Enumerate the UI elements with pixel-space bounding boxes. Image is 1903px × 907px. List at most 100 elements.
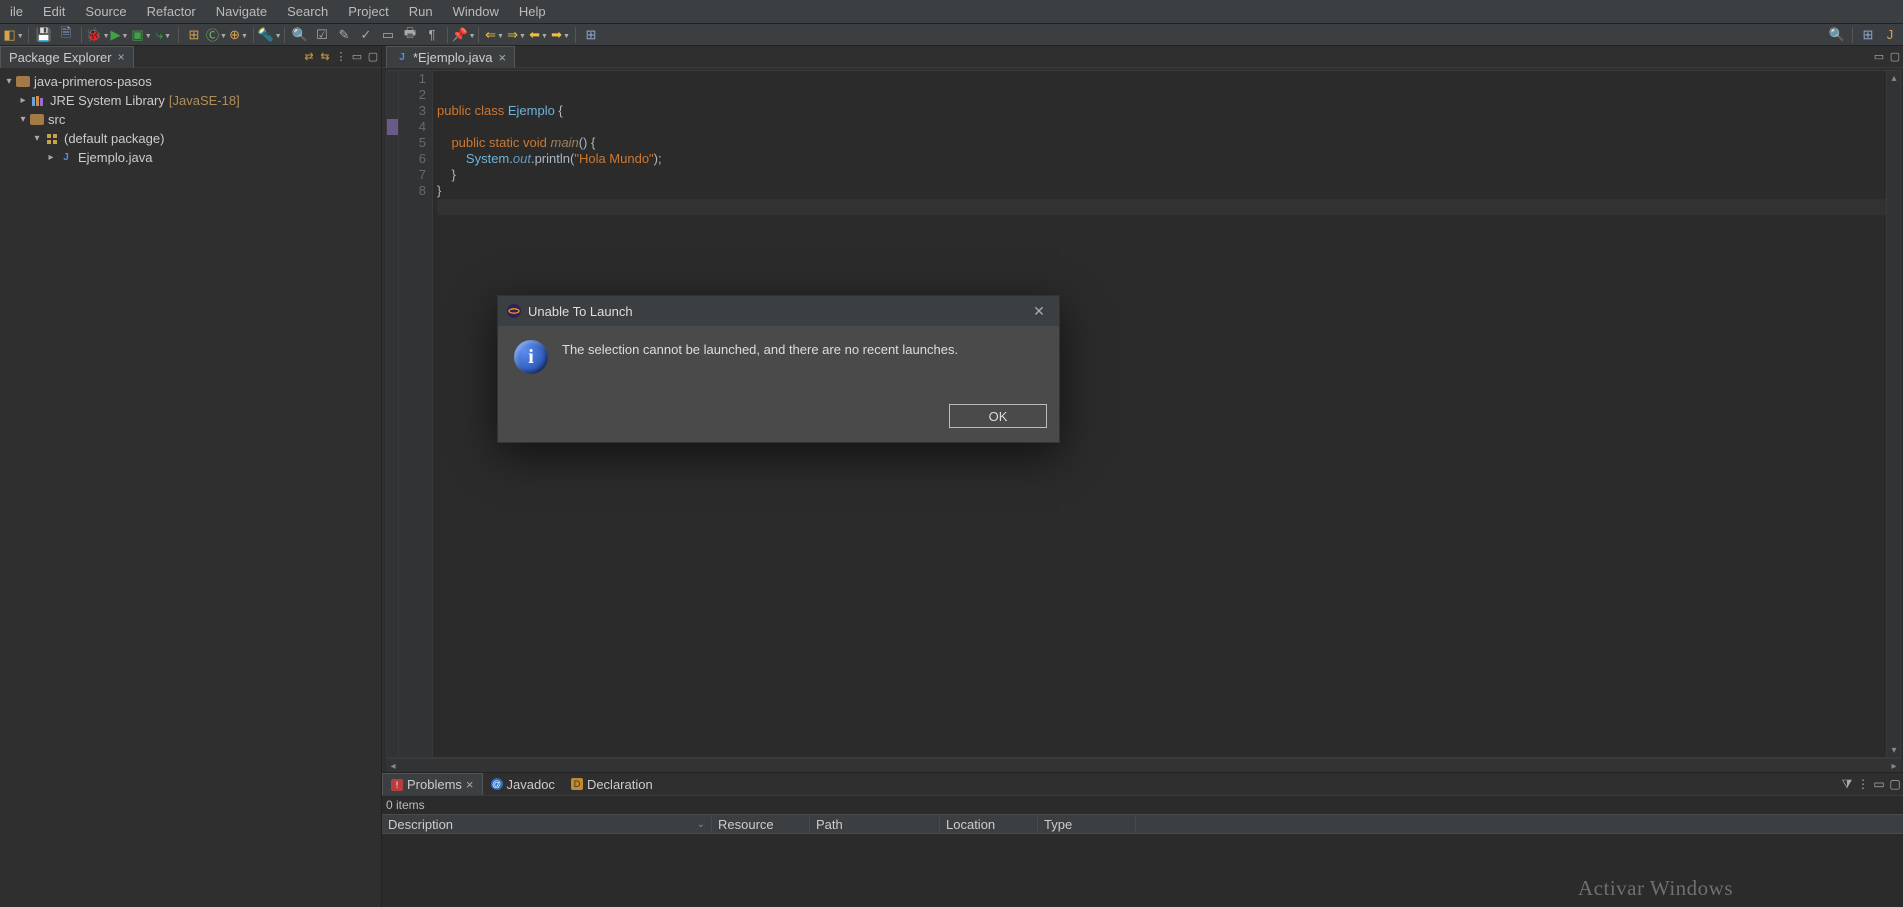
new-type-icon[interactable]: ⊕▼ (229, 26, 247, 44)
show-whitespace-icon[interactable]: ¶ (423, 26, 441, 44)
minimize-icon[interactable]: ▭ (1871, 50, 1887, 63)
editor-tab-label: *Ejemplo.java (413, 50, 493, 65)
editor-tab[interactable]: J *Ejemplo.java × (386, 46, 515, 68)
eclipse-icon (506, 303, 522, 319)
close-icon[interactable]: × (118, 50, 125, 64)
package-explorer-tab[interactable]: Package Explorer × (0, 46, 134, 68)
view-menu-icon[interactable]: ⋮ (1855, 777, 1871, 791)
new-package-icon[interactable]: ⊞ (185, 26, 203, 44)
line-number: 3 (399, 103, 426, 119)
menu-navigate[interactable]: Navigate (206, 0, 277, 23)
minimize-icon[interactable]: ▭ (1871, 777, 1887, 791)
chevron-down-icon[interactable]: ▾ (30, 133, 44, 144)
quick-access-icon[interactable]: 🔍 (1828, 26, 1846, 44)
package-explorer-label: Package Explorer (9, 50, 112, 65)
perspective-icon[interactable]: ⊞ (582, 26, 600, 44)
tab-javadoc[interactable]: @ Javadoc (483, 773, 563, 795)
chevron-right-icon[interactable]: ▸ (44, 152, 58, 163)
new-class-icon[interactable]: Ⓒ▼ (207, 26, 225, 44)
scroll-right-icon[interactable]: ▸ (1887, 760, 1901, 772)
new-icon[interactable]: ◧▼ (4, 26, 22, 44)
overview-ruler[interactable]: ▴ ▾ (1886, 71, 1900, 757)
project-tree[interactable]: ▾ java-primeros-pasos ▸ JRE System Libra… (0, 68, 381, 171)
line-number-gutter: 1 2 3 4 5 6 7 8 (399, 71, 433, 757)
launch-error-dialog: Unable To Launch ✕ i The selection canno… (497, 295, 1060, 443)
menu-refactor[interactable]: Refactor (137, 0, 206, 23)
line-number: 5 (399, 135, 426, 151)
tab-problems-label: Problems (407, 777, 462, 792)
link-editor-icon[interactable]: ⇄ (301, 50, 317, 63)
forward-icon[interactable]: ➡▼ (551, 26, 569, 44)
col-resource[interactable]: Resource (712, 815, 810, 833)
save-all-icon[interactable]: 🗎 (57, 26, 75, 44)
toggle-mark-icon[interactable]: ✓ (357, 26, 375, 44)
maximize-icon[interactable]: ▢ (1887, 50, 1903, 63)
menu-file[interactable]: ile (0, 0, 33, 23)
view-menu-icon[interactable]: ⋮ (333, 50, 349, 63)
prev-annotation-icon[interactable]: ⇒▼ (507, 26, 525, 44)
menu-window[interactable]: Window (443, 0, 509, 23)
save-icon[interactable]: 💾 (35, 26, 53, 44)
horizontal-scrollbar[interactable]: ◂ ▸ (386, 758, 1901, 772)
tree-file[interactable]: ▸ J Ejemplo.java (2, 148, 379, 167)
menu-edit[interactable]: Edit (33, 0, 75, 23)
scroll-left-icon[interactable]: ◂ (386, 760, 400, 772)
chevron-down-icon[interactable]: ▾ (2, 76, 16, 87)
menu-help[interactable]: Help (509, 0, 556, 23)
col-type[interactable]: Type (1038, 815, 1136, 833)
windows-watermark: Activar Windows (1578, 876, 1733, 901)
chevron-down-icon[interactable]: ▾ (16, 114, 30, 125)
print-icon[interactable]: 🖶 (401, 26, 419, 44)
close-icon[interactable]: ✕ (1027, 299, 1051, 323)
library-icon (30, 93, 46, 109)
toggle-block-icon[interactable]: ▭ (379, 26, 397, 44)
maximize-icon[interactable]: ▢ (365, 50, 381, 63)
menu-search[interactable]: Search (277, 0, 338, 23)
col-path[interactable]: Path (810, 815, 940, 833)
open-perspective-icon[interactable]: ⊞ (1859, 26, 1877, 44)
dialog-titlebar[interactable]: Unable To Launch ✕ (498, 296, 1059, 326)
back-icon[interactable]: ⬅▼ (529, 26, 547, 44)
coverage-icon[interactable]: ▣▼ (132, 26, 150, 44)
col-location[interactable]: Location (940, 815, 1038, 833)
annotation-ruler (387, 71, 399, 757)
annotate-icon[interactable]: ✎ (335, 26, 353, 44)
menu-run[interactable]: Run (399, 0, 443, 23)
col-description[interactable]: Description⌄ (382, 815, 712, 833)
java-file-icon: J (395, 50, 409, 64)
search-icon[interactable]: 🔍 (291, 26, 309, 44)
tab-problems[interactable]: ! Problems × (382, 773, 483, 795)
editor-area: J *Ejemplo.java × ▭ ▢ 1 2 3 4 5 6 7 8 (382, 46, 1903, 907)
pin-icon[interactable]: 📌▼ (454, 26, 472, 44)
collapse-all-icon[interactable]: ⇆ (317, 50, 333, 63)
menu-source[interactable]: Source (75, 0, 136, 23)
tree-jre[interactable]: ▸ JRE System Library [JavaSE-18] (2, 91, 379, 110)
tab-declaration-label: Declaration (587, 777, 653, 792)
scroll-up-icon[interactable]: ▴ (1887, 71, 1901, 85)
menu-project[interactable]: Project (338, 0, 398, 23)
tree-package[interactable]: ▾ (default package) (2, 129, 379, 148)
project-icon (16, 76, 30, 87)
src-label: src (48, 112, 65, 127)
line-number: 1 (399, 71, 426, 87)
next-annotation-icon[interactable]: ⇐▼ (485, 26, 503, 44)
scroll-down-icon[interactable]: ▾ (1887, 743, 1901, 757)
tab-declaration[interactable]: D Declaration (563, 773, 661, 795)
maximize-icon[interactable]: ▢ (1887, 777, 1903, 791)
java-perspective-icon[interactable]: J (1881, 26, 1899, 44)
problems-icon: ! (391, 779, 403, 791)
close-icon[interactable]: × (466, 777, 474, 792)
open-task-icon[interactable]: ☑ (313, 26, 331, 44)
ok-button[interactable]: OK (949, 404, 1047, 428)
debug-icon[interactable]: 🐞▼ (88, 26, 106, 44)
close-icon[interactable]: × (499, 50, 507, 65)
tree-src[interactable]: ▾ src (2, 110, 379, 129)
chevron-right-icon[interactable]: ▸ (16, 95, 30, 106)
minimize-icon[interactable]: ▭ (349, 50, 365, 63)
run-icon[interactable]: ▶▼ (110, 26, 128, 44)
run-last-icon[interactable]: ⤷▼ (154, 26, 172, 44)
tree-project[interactable]: ▾ java-primeros-pasos (2, 72, 379, 91)
filter-icon[interactable]: ⧩ (1839, 777, 1855, 792)
open-type-icon[interactable]: 🔦▼ (260, 26, 278, 44)
project-label: java-primeros-pasos (34, 74, 152, 89)
